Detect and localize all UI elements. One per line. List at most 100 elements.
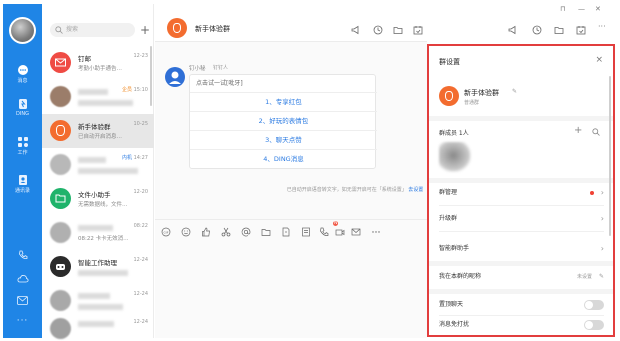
input-toolbar-divider (155, 219, 427, 220)
file-icon[interactable] (281, 227, 291, 237)
pin-chat-row: 置顶聊天 (439, 298, 604, 312)
group-assistant-row[interactable]: 智能群助手 › (439, 242, 604, 256)
row-divider (439, 231, 604, 232)
list-item-selected[interactable]: 新手体验群 已自动开启消息… 10-25 (42, 114, 154, 148)
add-button[interactable]: + (139, 23, 151, 37)
edit-icon[interactable]: ✎ (599, 270, 604, 284)
sender-avatar[interactable] (165, 67, 185, 87)
message-icon (17, 65, 28, 75)
search-placeholder: 搜索 (66, 26, 79, 33)
more-options-icon[interactable]: ··· (598, 22, 606, 31)
scissors-icon[interactable] (221, 227, 231, 237)
conversation-time: 08:22 (133, 223, 148, 229)
mail-icon[interactable] (351, 227, 361, 237)
member-avatar[interactable] (439, 142, 471, 172)
video-icon[interactable] (335, 227, 345, 237)
history-icon[interactable] (532, 25, 542, 35)
card-option[interactable]: 1、专享红包 (190, 92, 377, 110)
folder-icon[interactable] (393, 25, 403, 35)
chat-header: 新手体验群 (155, 4, 427, 42)
blurred-preview (78, 270, 128, 276)
chevron-right-icon: › (600, 214, 604, 223)
close-window-icon[interactable]: ✕ (595, 5, 601, 13)
card-option[interactable]: 4、DING消息 (190, 149, 377, 167)
chevron-right-icon: › (600, 244, 604, 253)
search-input[interactable]: 搜索 (50, 23, 135, 37)
list-item[interactable]: 内机 14:27 (42, 148, 154, 182)
list-item[interactable]: 08:22 卡卡无效消… 08:22 (42, 216, 154, 250)
section-divider (429, 116, 613, 121)
mail-icon[interactable] (3, 296, 42, 307)
announcement-icon[interactable] (508, 25, 518, 35)
image-folder-icon[interactable] (261, 227, 271, 237)
add-member-icon[interactable]: + (574, 125, 582, 136)
conversation-preview: 考勤小助手通告… (78, 66, 123, 72)
edit-icon[interactable]: ✎ (512, 88, 517, 95)
group-manage-row[interactable]: 群管理 › (439, 186, 604, 200)
list-scrollbar[interactable] (150, 46, 152, 106)
more-icon[interactable] (371, 227, 381, 237)
system-settings-link[interactable]: 去设置 (408, 187, 423, 193)
history-icon[interactable] (373, 25, 383, 35)
card-option[interactable]: 2、好玩的表情包 (190, 111, 377, 129)
conversation-time: 12-24 (133, 291, 148, 297)
contact-avatar (50, 86, 71, 107)
chat-title: 新手体验群 (195, 25, 230, 33)
rail-item-ding[interactable]: DING (3, 98, 42, 117)
rail-item-work[interactable]: 工作 (3, 136, 42, 156)
conversation-time: 12-23 (133, 53, 148, 59)
row-label: 置顶聊天 (439, 301, 464, 308)
phone-icon[interactable] (3, 250, 42, 262)
user-avatar[interactable] (9, 17, 36, 44)
blurred-name (78, 321, 114, 327)
section-divider (429, 289, 613, 294)
mute-toggle[interactable] (584, 320, 604, 330)
row-label: 我在本群的昵称 (439, 273, 482, 280)
ding-icon (18, 99, 27, 109)
mail-app-avatar (50, 52, 71, 73)
group-nickname-row[interactable]: 我在本群的昵称 未设置 ✎ (439, 270, 604, 284)
upgrade-group-row[interactable]: 升级群 › (439, 212, 604, 226)
pin-chat-toggle[interactable] (584, 300, 604, 310)
conversation-time: 12-20 (133, 189, 148, 195)
calendar-icon[interactable] (413, 25, 423, 35)
group-avatar[interactable] (439, 86, 459, 106)
row-label: 消息免打扰 (439, 321, 470, 328)
rail-label: 通讯录 (14, 188, 30, 194)
rail-item-contacts[interactable]: 通讯录 (3, 174, 42, 194)
list-item[interactable]: 文件小助手 无需数据线，文件… 12-20 (42, 182, 154, 216)
like-icon[interactable] (201, 227, 211, 237)
at-icon[interactable] (241, 227, 251, 237)
announcement-icon[interactable] (351, 25, 361, 35)
phone-icon[interactable] (319, 227, 329, 237)
emoji-icon[interactable] (181, 227, 191, 237)
cloud-icon[interactable] (3, 274, 42, 286)
row-label: 智能群助手 (439, 245, 470, 252)
more-button[interactable]: ··· (3, 316, 42, 326)
list-item[interactable]: 12-24 (42, 312, 154, 339)
list-item[interactable]: 钉邮 考勤小助手通告… 12-23 (42, 46, 154, 80)
card-option[interactable]: 3、聊天点赞 (190, 130, 377, 148)
members-label[interactable]: 群成员 1人 (439, 128, 469, 137)
group-type: 普通群 (464, 100, 480, 106)
calendar-icon[interactable] (576, 25, 586, 35)
blurred-name (78, 225, 113, 231)
rail-item-messages[interactable]: 消息 (3, 64, 42, 84)
pin-window-icon[interactable]: ⊓ (560, 5, 565, 13)
folder-icon[interactable] (554, 25, 564, 35)
list-item[interactable]: 智能工作助理 12-24 (42, 250, 154, 284)
panel-scrollbar[interactable] (609, 76, 611, 236)
minimize-icon[interactable]: — (578, 5, 585, 13)
group-name: 新手体验群 (464, 89, 499, 97)
system-note: 已自动开启语音转文字，如无需开启可在「系统设置」 去设置 (285, 186, 425, 194)
gif-icon[interactable]: GIF (161, 227, 171, 237)
search-icon[interactable] (592, 128, 600, 136)
close-icon[interactable]: × (595, 55, 603, 65)
conversation-name: 钉邮 (78, 55, 91, 63)
doc-icon[interactable] (301, 227, 311, 237)
list-item[interactable]: 企员 15:10 (42, 80, 154, 114)
rail-label: 消息 (17, 78, 28, 84)
conversation-preview: 08:22 卡卡无效消… (78, 236, 129, 242)
system-note-text: 已自动开启语音转文字，如无需开启可在「系统设置」 (286, 187, 407, 193)
conversation-preview: 已自动开启消息… (78, 134, 123, 140)
